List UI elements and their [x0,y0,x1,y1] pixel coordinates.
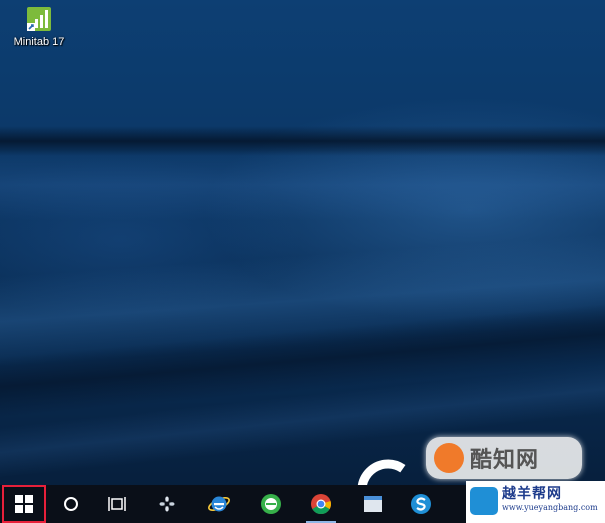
yueyang-logo-icon [470,487,498,515]
cortana-search-button[interactable] [48,485,94,523]
task-view-icon [108,497,126,511]
start-button[interactable] [2,485,46,523]
sogou-button[interactable] [398,485,444,523]
internet-explorer-button[interactable] [196,485,242,523]
pinwheel-icon [159,496,175,512]
circle-icon [64,497,78,511]
wallpaper-light-beam [0,230,605,370]
kuzhi-watermark: 酷知网 [426,437,582,479]
pinwheel-app-button[interactable] [144,485,190,523]
green-e-icon [261,494,281,514]
yueyang-watermark: 越羊帮网 www.yueyangbang.com [466,481,605,523]
yueyang-watermark-title: 越羊帮网 [502,486,562,502]
desktop-background: Minitab 17 酷知网 越羊帮网 www.yueyangbang.com [0,0,605,523]
task-view-button[interactable] [94,485,140,523]
yueyang-watermark-url: www.yueyangbang.com [502,503,598,512]
green-browser-button[interactable] [248,485,294,523]
desktop-icon-label: Minitab 17 [13,36,65,48]
s-icon [411,494,431,514]
window-icon [364,496,382,512]
windows-logo-icon [15,495,33,513]
google-chrome-button[interactable] [298,485,344,523]
wallpaper-shadow-band [0,126,605,156]
wallpaper-shadow-beam [0,299,605,421]
chrome-icon [311,494,331,515]
ie-icon [208,496,230,512]
minitab-icon [26,6,52,32]
kuzhi-watermark-text: 酷知网 [470,448,540,473]
window-app-button[interactable] [350,485,396,523]
kuzhi-logo-icon [434,443,464,473]
desktop-icon-minitab[interactable]: Minitab 17 [4,6,74,48]
wallpaper-light-band [0,150,605,220]
